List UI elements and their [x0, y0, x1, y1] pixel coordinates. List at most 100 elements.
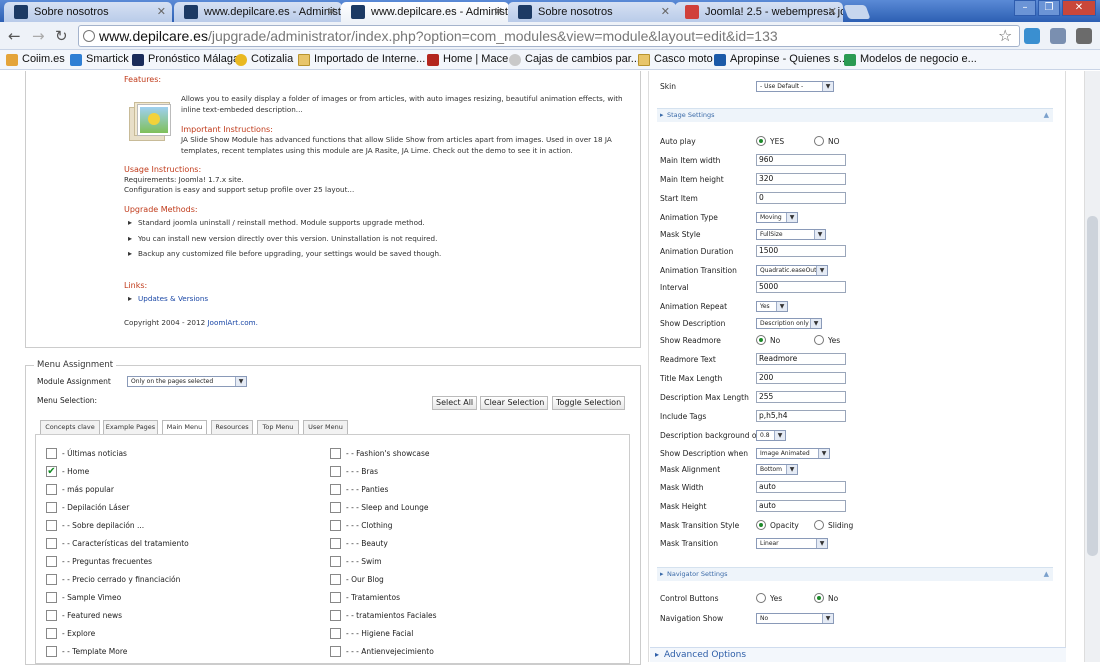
clear-selection-button[interactable]: Clear Selection [480, 396, 549, 410]
checkbox-icon[interactable] [46, 574, 57, 585]
menu-item[interactable]: - - Precio cerrado y financiación [46, 574, 180, 585]
param-select[interactable]: Quadratic.easeOut ▼ [756, 265, 828, 276]
checkbox-icon[interactable] [330, 574, 341, 585]
skin-select[interactable]: - Use Default - ▼ [756, 81, 834, 92]
bookmark-item[interactable]: Apropinse - Quienes s... [714, 53, 848, 66]
menu-item[interactable]: - Depilación Láser [46, 502, 129, 513]
param-select[interactable]: FullSize ▼ [756, 229, 826, 240]
checkbox-icon[interactable] [46, 592, 57, 603]
bookmark-item[interactable]: Cajas de cambios par... [509, 53, 640, 66]
menu-item[interactable]: - - Características del tratamiento [46, 538, 189, 549]
param-text-input[interactable]: 960 [756, 154, 846, 166]
param-radio-option[interactable]: No [814, 593, 838, 603]
checkbox-icon[interactable] [46, 610, 57, 621]
minimize-icon[interactable]: – [1014, 0, 1036, 16]
window-close-icon[interactable]: ✕ [1062, 0, 1096, 16]
menu-item[interactable]: - Featured news [46, 610, 122, 621]
checkbox-icon[interactable] [330, 646, 341, 657]
tab-user-menu[interactable]: User Menu [303, 420, 348, 434]
checkbox-icon[interactable] [330, 556, 341, 567]
param-text-input[interactable]: auto [756, 500, 846, 512]
module-assignment-select[interactable]: Only on the pages selected ▼ [127, 376, 247, 387]
bookmark-folder[interactable]: Casco moto [638, 53, 713, 66]
param-select[interactable]: 0.8 ▼ [756, 430, 786, 441]
bookmark-item[interactable]: Pronóstico Málaga [132, 53, 239, 66]
checkbox-checked-icon[interactable]: ✔ [46, 466, 57, 477]
bookmark-item[interactable]: Smartick [70, 53, 129, 66]
checkbox-icon[interactable] [46, 448, 57, 459]
menu-item[interactable]: - Últimas noticias [46, 448, 127, 459]
browser-tab-1[interactable]: Sobre nosotros ✕ [4, 2, 172, 22]
param-text-input[interactable]: 1500 [756, 245, 846, 257]
menu-item[interactable]: ✔ - Home [46, 466, 89, 477]
menu-item[interactable]: - - - Swim [330, 556, 382, 567]
param-text-input[interactable]: 255 [756, 391, 846, 403]
browser-tab-2[interactable]: www.depilcare.es - Administra ✕ [174, 2, 342, 22]
checkbox-icon[interactable] [330, 628, 341, 639]
checkbox-icon[interactable] [46, 484, 57, 495]
forward-arrow-icon[interactable]: → [32, 27, 45, 45]
menu-item[interactable]: - - - Antienvejecimiento [330, 646, 434, 657]
checkbox-icon[interactable] [46, 538, 57, 549]
tab-top-menu[interactable]: Top Menu [257, 420, 299, 434]
checkbox-icon[interactable] [330, 466, 341, 477]
checkbox-icon[interactable] [46, 502, 57, 513]
checkbox-icon[interactable] [330, 592, 341, 603]
menu-item[interactable]: - Explore [46, 628, 95, 639]
param-select[interactable]: Image Animated ▼ [756, 448, 830, 459]
address-bar[interactable]: www.depilcare.es/jupgrade/administrator/… [78, 25, 1020, 47]
stage-settings-header[interactable]: Stage Settings▲ [657, 108, 1053, 122]
tab-close-icon[interactable]: ✕ [157, 5, 166, 18]
select-all-button[interactable]: Select All [432, 396, 478, 410]
bookmark-folder[interactable]: Importado de Interne... [298, 53, 425, 66]
skype-extension-icon[interactable] [1024, 28, 1040, 44]
browser-tab-3-active[interactable]: www.depilcare.es - Administra ✕ [341, 2, 509, 22]
back-arrow-icon[interactable]: ← [8, 27, 21, 45]
checkbox-icon[interactable] [46, 646, 57, 657]
checkbox-icon[interactable] [330, 484, 341, 495]
tab-close-icon[interactable]: ✕ [828, 5, 837, 18]
param-select[interactable]: No ▼ [756, 613, 834, 624]
checkbox-icon[interactable] [330, 448, 341, 459]
bookmark-star-icon[interactable]: ☆ [998, 26, 1012, 45]
checkbox-icon[interactable] [46, 520, 57, 531]
param-radio-option[interactable]: Yes [756, 593, 782, 603]
radio-icon[interactable] [814, 136, 824, 146]
radio-icon[interactable] [756, 593, 766, 603]
radio-selected-icon[interactable] [756, 520, 766, 530]
bookmark-item[interactable]: Modelos de negocio e... [844, 53, 977, 66]
menu-item[interactable]: - - - Panties [330, 484, 388, 495]
scrollbar-thumb[interactable] [1087, 216, 1098, 556]
radio-icon[interactable] [814, 335, 824, 345]
param-text-input[interactable]: Readmore [756, 353, 846, 365]
radio-selected-icon[interactable] [814, 593, 824, 603]
tab-example-pages[interactable]: Example Pages [103, 420, 158, 434]
menu-item[interactable]: - - - Beauty [330, 538, 388, 549]
menu-item[interactable]: - - - Bras [330, 466, 378, 477]
param-select[interactable]: Description only ▼ [756, 318, 822, 329]
tab-main-menu[interactable]: Main Menu [162, 420, 207, 435]
param-select[interactable]: Bottom ▼ [756, 464, 798, 475]
extension-icon[interactable] [1050, 28, 1066, 44]
tab-close-icon[interactable]: ✕ [661, 5, 670, 18]
menu-item[interactable]: - - - Higiene Facial [330, 628, 413, 639]
navigator-settings-header[interactable]: Navigator Settings▲ [657, 567, 1053, 581]
maximize-icon[interactable]: ❐ [1038, 0, 1060, 16]
tab-close-icon[interactable]: ✕ [494, 5, 503, 18]
updates-versions-link[interactable]: Updates & Versions [124, 293, 208, 304]
menu-item[interactable]: - Tratamientos [330, 592, 400, 603]
param-select[interactable]: Linear ▼ [756, 538, 828, 549]
radio-icon[interactable] [814, 520, 824, 530]
menu-item[interactable]: - Sample Vimeo [46, 592, 121, 603]
menu-item[interactable]: - - Template More [46, 646, 127, 657]
browser-tab-5[interactable]: Joomla! 2.5 - webempresa joo ✕ [675, 2, 843, 22]
param-radio-option[interactable]: No [756, 335, 780, 345]
checkbox-icon[interactable] [330, 502, 341, 513]
param-radio-option[interactable]: NO [814, 136, 840, 146]
joomlart-link[interactable]: JoomlArt.com. [207, 318, 258, 327]
param-text-input[interactable]: 0 [756, 192, 846, 204]
menu-item[interactable]: - más popular [46, 484, 114, 495]
bookmark-item[interactable]: Cotizalia [235, 53, 293, 66]
bookmark-item[interactable]: Home | Mace [427, 53, 508, 66]
menu-item[interactable]: - Our Blog [330, 574, 384, 585]
